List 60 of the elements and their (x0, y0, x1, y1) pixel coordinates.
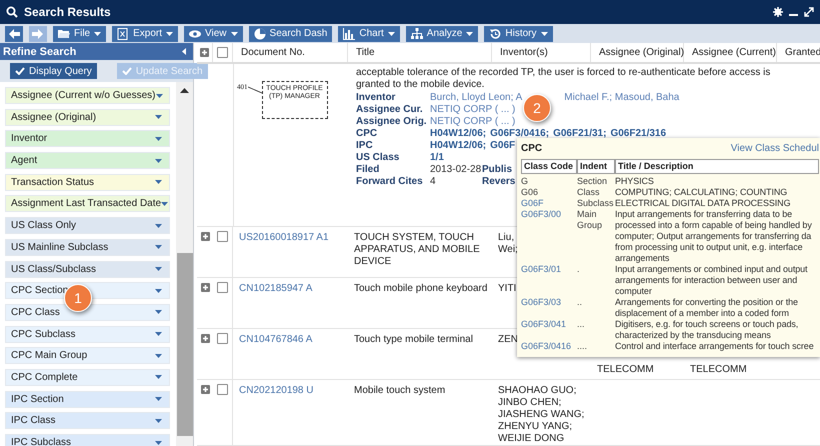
inventor-name: YITI (498, 282, 518, 295)
description-text: arrangements (615, 253, 670, 264)
field-label: Revers (482, 176, 516, 188)
description-text: displacement of a member into a coded form (615, 308, 790, 319)
description-text: processed into a form capable of being handled by (615, 220, 813, 231)
column-header: Title / Description (615, 159, 819, 174)
field-label: US Class (356, 152, 400, 164)
column-header: Class Code (521, 159, 577, 174)
field-label: Publis (482, 164, 512, 176)
class-code: G06 (521, 187, 540, 198)
inventor-name: Wei; (498, 244, 519, 256)
description-text: Control and interface arrangements for touch scree (615, 341, 815, 352)
class-code: G (521, 176, 530, 187)
description-text: characterized by the transducing means (615, 330, 772, 341)
title-text: Mobile touch system (354, 384, 446, 396)
description-text: ELECTRICAL DIGITAL DATA PROCESSING (615, 198, 792, 209)
inventor-name: ZHENYU YANG; (498, 420, 574, 433)
indent-level: Main Group (577, 209, 604, 232)
description-text: COMPUTING; CALCULATING; COUNTING (615, 187, 788, 198)
abstract-text: granted to the mobile device. (356, 78, 486, 91)
title-text: Touch type mobile terminal (354, 334, 473, 345)
assignee-name: TELECOMM (690, 364, 747, 375)
indent-level: . (577, 264, 581, 276)
description-text: from processing unit to output unit, e.g. interface (615, 242, 804, 253)
description-text: computer; Output arrangements for transferring da (615, 231, 812, 242)
description-text: Digitisers, e.g. for touch screens or touch pads, (615, 319, 800, 330)
inventor-name: SHAOHAO GUO; (498, 384, 578, 397)
field-label: Assignee Cur. (356, 104, 424, 116)
description-text: Input arrangements for transferring data to be (615, 209, 794, 220)
inventor-name: JIASHENG WANG; (498, 408, 586, 421)
field-label: Assignee Orig. (356, 116, 428, 128)
column-header: Indent (577, 159, 615, 174)
panel-title: Refine Search (3, 46, 76, 58)
field-value: 4 (430, 176, 437, 188)
inventor-name: JINBO CHEN; (498, 396, 562, 409)
description-text: Arrangements for converting the position or the (615, 297, 799, 308)
title-text: Touch mobile phone keyboard (354, 282, 488, 294)
abstract-text: acceptable tolerance of the recorded TP, the user is forced to re-authenticate before access is (356, 66, 772, 79)
description-text: Input arrangements or combined input and output (615, 264, 808, 275)
step-tooltip: 2 (523, 94, 551, 122)
window-title: Search Results (24, 5, 111, 19)
indent-level: ... (577, 319, 586, 331)
inventor-name: WEIJIE DONG (498, 432, 566, 445)
description-text: computer (615, 286, 653, 297)
field-label: Filed (356, 164, 380, 176)
title-text: TOUCH SYSTEM, TOUCH APPARATUS, AND MOBILE DEVICE (354, 232, 480, 267)
field-label: CPC (356, 128, 378, 140)
field-label: Inventor (356, 92, 396, 104)
assignee-name: TELECOMM (597, 364, 654, 375)
indent-level: Class (577, 187, 601, 198)
field-label: Forward Cites (356, 176, 424, 188)
description-text: PHYSICS (615, 176, 655, 187)
field-label: IPC (356, 140, 373, 152)
indent-level: .... (577, 341, 588, 352)
description-text: arrangements for interaction between user and (615, 275, 798, 286)
indent-level: Section (577, 176, 608, 187)
indent-level: .. (577, 297, 584, 309)
indent-level: Subclass (577, 198, 615, 209)
inventor-name: Liu, (498, 232, 516, 244)
popup-title: CPC (521, 142, 542, 154)
